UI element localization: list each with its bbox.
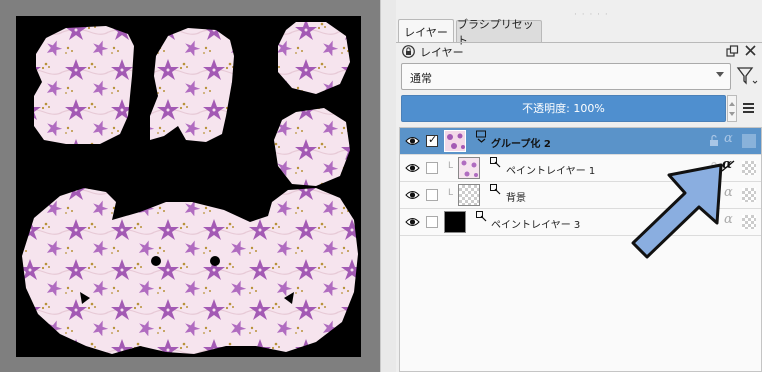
tree-connector: L: [448, 188, 454, 198]
chevron-down-icon: [716, 72, 724, 77]
transparency-checker-icon[interactable]: [742, 161, 756, 175]
layer-name: グループ化 2: [491, 139, 551, 150]
layer-checkbox[interactable]: [426, 162, 438, 174]
close-icon[interactable]: [744, 44, 757, 57]
paint-layer-icon: [490, 157, 501, 168]
transparency-checker-icon[interactable]: [742, 188, 756, 202]
layer-name: 背景: [506, 193, 526, 204]
layer-thumbnail: [458, 184, 480, 206]
tab-layers-label: レイヤー: [404, 25, 448, 39]
lock-icon[interactable]: [402, 45, 415, 58]
layer-checkbox[interactable]: [426, 133, 438, 147]
alpha-lock-icon[interactable]: α: [724, 131, 733, 146]
layer-thumbnail: [458, 157, 480, 179]
canvas-area[interactable]: [0, 0, 380, 372]
eye-icon[interactable]: [405, 189, 420, 201]
opacity-spinner[interactable]: [727, 95, 737, 122]
blend-mode-select[interactable]: 通常: [401, 63, 731, 90]
paint-layer-icon: [490, 184, 501, 195]
layer-name: ペイントレイヤー 3: [491, 220, 581, 231]
tab-layers[interactable]: レイヤー: [398, 19, 454, 43]
eye-icon[interactable]: [405, 162, 420, 174]
eye-icon[interactable]: [405, 216, 420, 228]
hamburger-menu-icon[interactable]: [741, 101, 757, 115]
group-folder-icon: [476, 130, 486, 143]
layer-checkbox[interactable]: [426, 189, 438, 201]
canvas-document[interactable]: [16, 16, 361, 357]
tree-connector: L: [448, 161, 454, 171]
spin-down-icon[interactable]: [729, 112, 735, 116]
docker-title-bar: レイヤー: [396, 43, 762, 61]
layer-row-group-2[interactable]: グループ化 2 α: [400, 128, 761, 155]
docker-grip-handle[interactable]: · · · · ·: [574, 10, 609, 20]
layer-thumbnail: [444, 130, 466, 152]
panel-splitter[interactable]: [380, 0, 396, 372]
transparency-checker-icon[interactable]: [742, 215, 756, 229]
spin-up-icon[interactable]: [729, 102, 735, 106]
docker-title: レイヤー: [420, 46, 464, 59]
float-icon[interactable]: [726, 45, 739, 58]
blend-mode-value: 通常: [410, 72, 432, 85]
filter-icon[interactable]: [736, 66, 758, 86]
opacity-label: 不透明度: 100%: [522, 102, 605, 115]
layer-checkbox[interactable]: [426, 216, 438, 228]
paint-layer-icon: [476, 211, 487, 222]
eye-icon[interactable]: [405, 135, 420, 147]
tab-brush-presets[interactable]: ブラシプリセット: [456, 18, 542, 47]
opacity-slider[interactable]: 不透明度: 100%: [401, 95, 726, 122]
pointer-arrow: [631, 163, 723, 259]
layer-thumbnail: [444, 211, 466, 233]
transparency-checker-icon[interactable]: [742, 134, 756, 148]
app-window: · · · · · レイヤー ブラシプリセット レイヤー 通常 不透明度: 10…: [0, 0, 762, 372]
layer-name: ペイントレイヤー 1: [506, 166, 596, 177]
unlocked-icon[interactable]: [709, 134, 719, 146]
